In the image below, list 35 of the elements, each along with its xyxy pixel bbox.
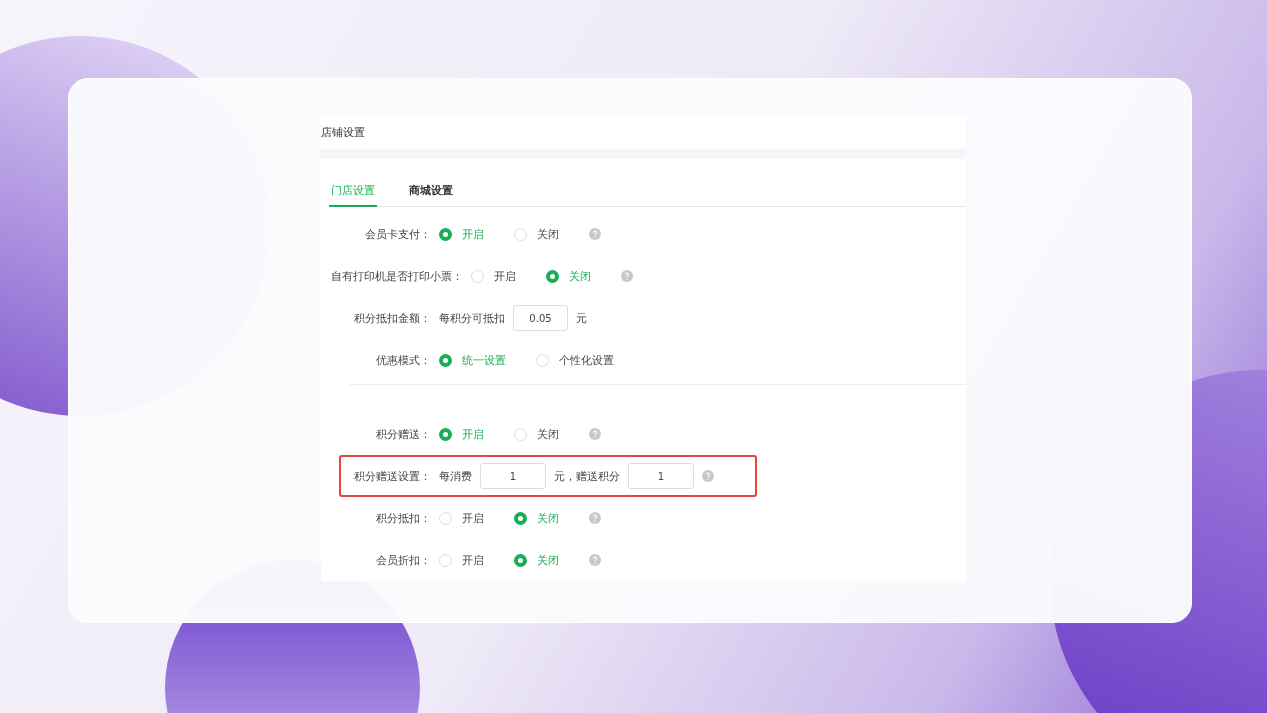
field-text: 元 (576, 310, 587, 326)
option-label[interactable]: 开启 (494, 268, 516, 284)
setting-label: 积分赠送： (375, 426, 431, 442)
setting-label: 会员卡支付： (364, 226, 431, 242)
input-field[interactable]: 1 (628, 463, 694, 489)
setting-label: 优惠模式： (375, 352, 431, 368)
help-icon[interactable] (589, 512, 601, 524)
help-icon[interactable] (589, 554, 601, 566)
setting-label: 积分抵扣： (375, 510, 431, 526)
option-label[interactable]: 开启 (462, 510, 484, 526)
tab[interactable]: 商城设置 (407, 179, 455, 207)
input-field[interactable]: 0.05 (513, 305, 568, 331)
field-text: 每消费 (439, 468, 472, 484)
radio-button[interactable] (514, 511, 527, 525)
option-label[interactable]: 个性化设置 (559, 352, 614, 368)
option-label[interactable]: 开启 (462, 552, 484, 568)
field-text: 每积分可抵扣 (439, 310, 505, 326)
input-field[interactable]: 1 (480, 463, 546, 489)
page-title: 店铺设置 (321, 125, 365, 140)
setting-label: 积分赠送设置： (353, 468, 431, 484)
option-label[interactable]: 关闭 (537, 426, 559, 442)
field-text: 元，赠送积分 (554, 468, 620, 484)
setting-label: 自有打印机是否打印小票： (331, 268, 463, 284)
help-icon[interactable] (589, 428, 601, 440)
radio-button[interactable] (439, 427, 452, 441)
setting-label: 积分抵扣金额： (353, 310, 431, 326)
radio-button[interactable] (546, 269, 559, 283)
radio-button[interactable] (439, 227, 452, 241)
help-icon[interactable] (589, 228, 601, 240)
help-icon[interactable] (621, 270, 633, 282)
option-label[interactable]: 关闭 (537, 226, 559, 242)
radio-button[interactable] (439, 353, 452, 367)
help-icon[interactable] (702, 470, 714, 482)
setting-label: 会员折扣： (375, 552, 431, 568)
radio-button[interactable] (514, 553, 527, 567)
